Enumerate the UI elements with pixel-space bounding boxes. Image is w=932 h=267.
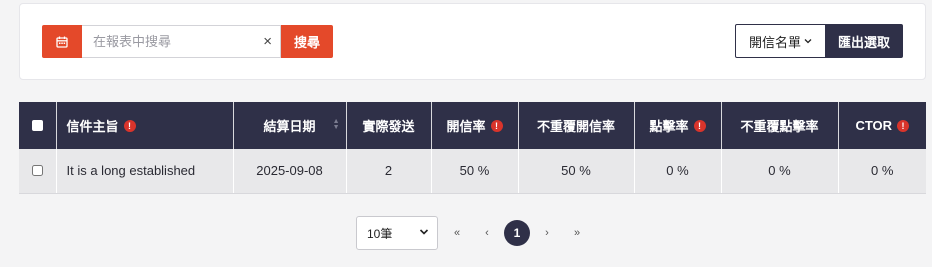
col-unique-open-rate-label: 不重覆開信率 (536, 119, 615, 134)
col-unique-click-rate[interactable]: 不重覆點擊率 (721, 102, 839, 149)
col-ctor-label: CTOR (855, 118, 893, 133)
select-all-checkbox[interactable] (31, 120, 43, 131)
col-sent[interactable]: 實際發送 (346, 102, 432, 149)
col-subject-label: 信件主旨 (66, 119, 119, 134)
page-1-button[interactable]: 1 (504, 220, 530, 246)
col-ctor[interactable]: CTOR! (838, 102, 926, 149)
info-icon[interactable]: ! (123, 119, 136, 132)
col-unique-click-rate-label: 不重覆點擊率 (740, 119, 819, 134)
clear-icon[interactable]: × (263, 33, 272, 50)
report-table: 信件主旨! 結算日期 ▲ ▼ 實際發送 開信率! 不重覆開信率 點擊率! 不重覆點擊… (19, 102, 926, 194)
search-button[interactable]: 搜尋 (281, 25, 333, 58)
open-list-label: 開信名單 (748, 34, 801, 50)
info-icon[interactable]: ! (897, 119, 910, 132)
toolbar-card: × 搜尋 開信名單 匯出選取 (19, 3, 926, 80)
table-row[interactable]: It is a long established 2025-09-08 2 50… (19, 149, 926, 194)
col-open-rate-label: 開信率 (446, 119, 486, 134)
cell-ctor: 0 % (838, 149, 926, 194)
last-page-button[interactable]: » (562, 220, 592, 246)
export-selected-button[interactable]: 匯出選取 (825, 24, 903, 58)
cell-unique-open-rate: 50 % (518, 149, 635, 194)
table-header-row: 信件主旨! 結算日期 ▲ ▼ 實際發送 開信率! 不重覆開信率 點擊率! 不重覆點擊… (19, 102, 926, 149)
page-size-select[interactable]: 10筆 (356, 216, 438, 250)
prev-page-button[interactable]: ‹ (472, 220, 502, 246)
pagination: 10筆 « ‹ 1 › » (356, 216, 592, 250)
col-settle-date[interactable]: 結算日期 ▲ ▼ (233, 102, 347, 149)
cell-sent: 2 (346, 149, 432, 194)
col-sent-label: 實際發送 (362, 119, 415, 134)
cell-settle-date: 2025-09-08 (233, 149, 347, 194)
cell-subject: It is a long established (56, 149, 234, 194)
col-settle-date-label: 結算日期 (263, 119, 316, 134)
col-click-rate[interactable]: 點擊率! (634, 102, 722, 149)
row-select-cell (19, 149, 57, 194)
cell-click-rate: 0 % (634, 149, 722, 194)
calendar-icon (56, 36, 68, 48)
info-icon[interactable]: ! (490, 119, 503, 132)
col-unique-open-rate[interactable]: 不重覆開信率 (518, 102, 635, 149)
next-page-button[interactable]: › (532, 220, 562, 246)
select-all-cell (19, 102, 57, 149)
cell-open-rate: 50 % (431, 149, 519, 194)
search-field: × (82, 25, 281, 58)
date-picker-button[interactable] (42, 25, 82, 58)
sort-icon[interactable]: ▲ ▼ (333, 118, 340, 131)
col-open-rate[interactable]: 開信率! (431, 102, 519, 149)
chevron-down-icon (419, 229, 429, 235)
row-checkbox[interactable] (31, 165, 43, 177)
info-icon[interactable]: ! (693, 119, 706, 132)
page-size-value: 10筆 (367, 226, 393, 241)
first-page-button[interactable]: « (442, 220, 472, 246)
col-click-rate-label: 點擊率 (649, 119, 689, 134)
chevron-down-icon (804, 39, 812, 44)
open-list-dropdown[interactable]: 開信名單 (735, 24, 826, 58)
col-subject[interactable]: 信件主旨! (56, 102, 234, 149)
search-input[interactable] (82, 26, 252, 57)
cell-unique-click-rate: 0 % (721, 149, 839, 194)
